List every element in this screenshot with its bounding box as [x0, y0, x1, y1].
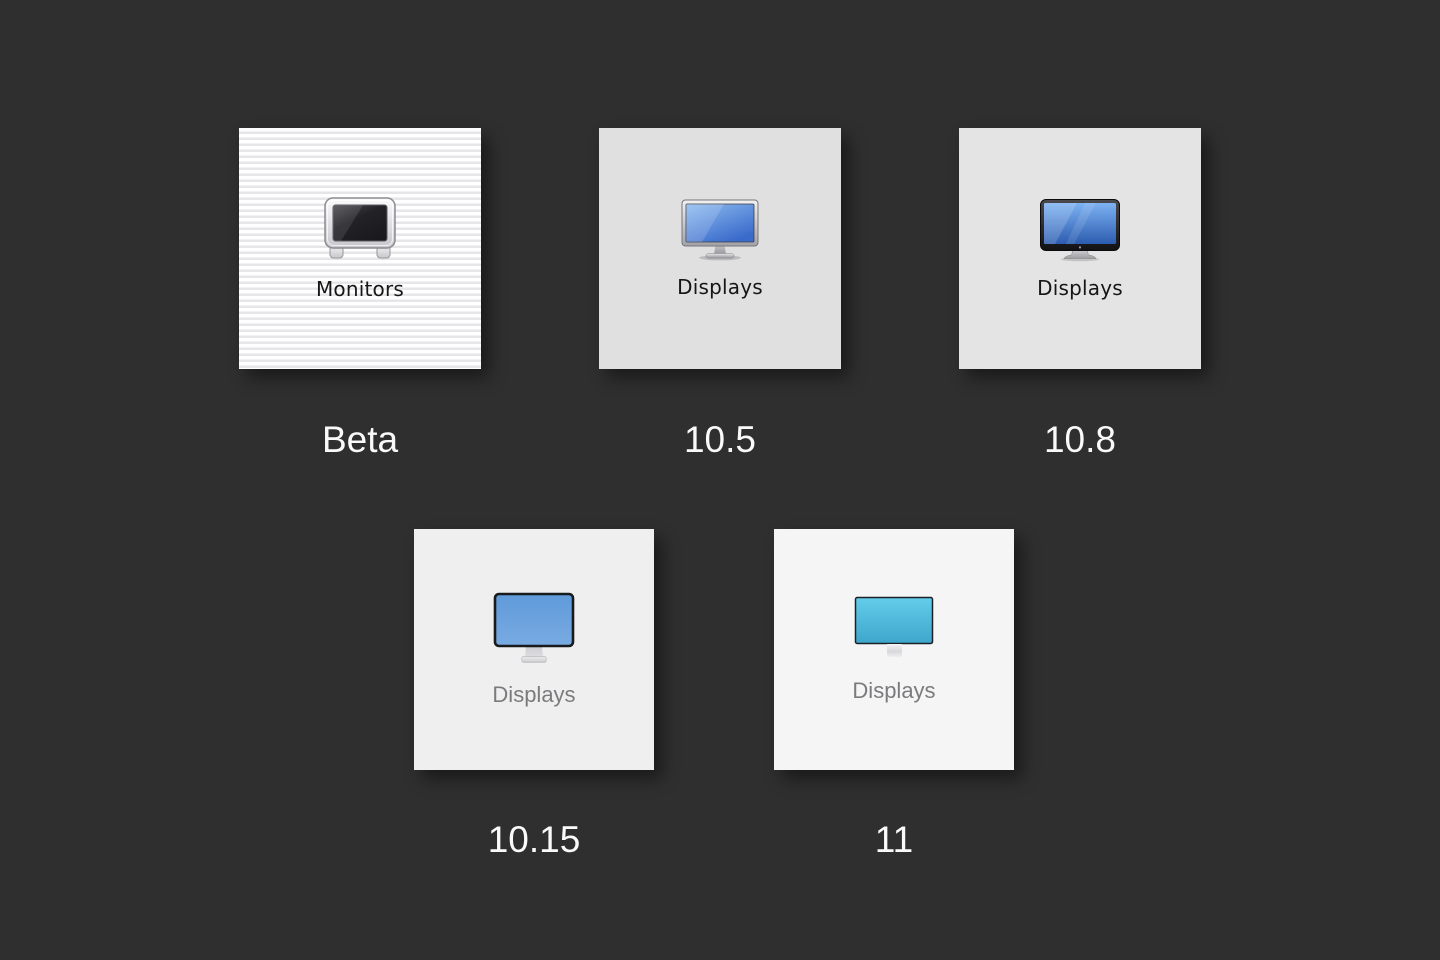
preference-pane-tile-beta[interactable]: Monitors — [239, 128, 481, 369]
preference-pane-tile-10-15[interactable]: Displays — [414, 529, 654, 770]
crt-monitor-icon — [324, 197, 396, 263]
aluminum-lcd-display-icon — [680, 199, 760, 261]
version-label-10-15: 10.15 — [414, 818, 654, 862]
flat-blue-display-icon — [493, 592, 575, 664]
preference-pane-tile-11[interactable]: Displays — [774, 529, 1014, 770]
version-label-10-8: 10.8 — [959, 418, 1201, 462]
preference-pane-tile-10-5[interactable]: Displays — [599, 128, 841, 369]
pane-label: Displays — [677, 275, 763, 299]
pro-display-xdr-icon — [854, 596, 934, 660]
pane-label: Displays — [852, 678, 935, 704]
pane-label: Displays — [1037, 276, 1123, 300]
preference-pane-tile-10-8[interactable]: Displays — [959, 128, 1201, 369]
version-label-10-5: 10.5 — [599, 418, 841, 462]
version-label-11: 11 — [774, 818, 1014, 862]
black-bezel-display-icon — [1039, 198, 1121, 262]
pane-label: Displays — [492, 682, 575, 708]
pane-label: Monitors — [316, 277, 404, 301]
version-label-beta: Beta — [239, 418, 481, 462]
